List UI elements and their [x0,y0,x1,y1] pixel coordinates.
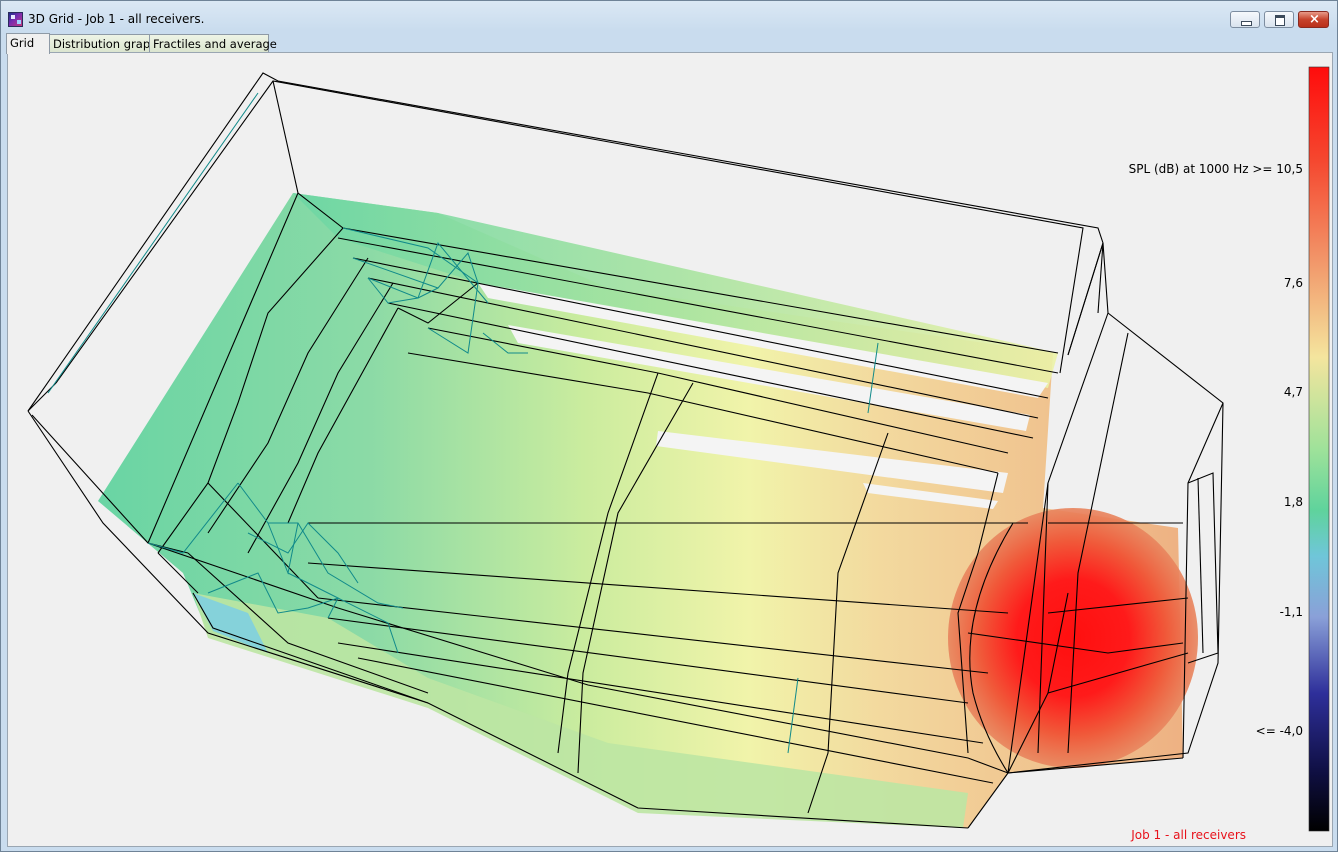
spl-surface [98,193,1198,828]
maximize-button[interactable] [1264,11,1294,28]
minimize-button[interactable] [1230,11,1260,28]
app-icon[interactable] [8,12,23,27]
window-title: 3D Grid - Job 1 - all receivers. [28,12,205,26]
close-icon: × [1309,12,1320,27]
tab-label: Grid [10,36,35,50]
maximize-icon [1275,15,1285,26]
job-label: Job 1 - all receivers [1130,828,1246,842]
legend-title: SPL (dB) at 1000 Hz >= 10,5 [1129,162,1303,176]
legend-tick: 7,6 [1284,276,1303,290]
close-button[interactable]: × [1298,11,1329,28]
tab-label: Distribution graph [53,37,158,51]
title-bar[interactable]: 3D Grid - Job 1 - all receivers. × [1,1,1337,31]
tab-fractiles-and-average[interactable]: Fractiles and average [149,34,277,52]
tab-grid[interactable]: Grid [6,33,50,54]
tab-label: Fractiles and average [153,37,277,51]
legend-tick: 1,8 [1284,495,1303,509]
legend-tick: -1,1 [1280,605,1303,619]
3d-grid-canvas[interactable]: SPL (dB) at 1000 Hz >= 10,5 7,6 4,7 1,8 … [8,53,1332,846]
legend-color-bar [1308,66,1330,832]
tab-distribution-graph[interactable]: Distribution graph [49,34,157,52]
minimize-icon [1241,21,1252,26]
grid-view: SPL (dB) at 1000 Hz >= 10,5 7,6 4,7 1,8 … [7,52,1333,847]
legend-tick: <= -4,0 [1256,724,1303,738]
legend-tick: 4,7 [1284,385,1303,399]
app-window: 3D Grid - Job 1 - all receivers. × Grid … [0,0,1338,852]
